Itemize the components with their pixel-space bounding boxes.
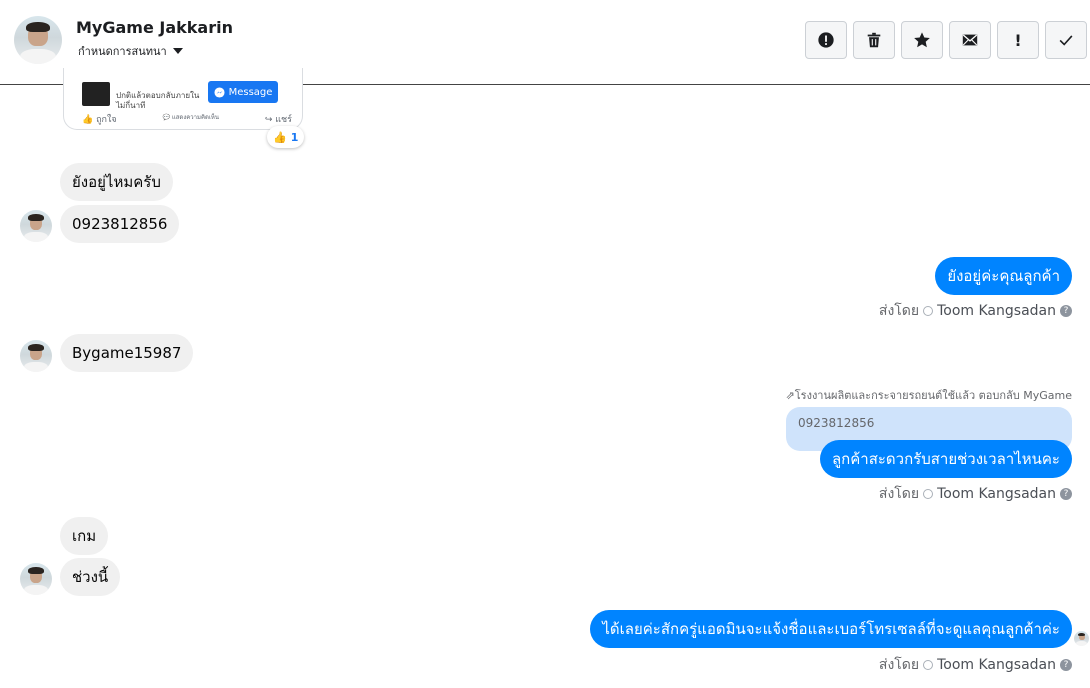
reaction-count: 1 [290, 130, 299, 144]
outgoing-message[interactable]: ได้เลยค่ะสักครู่แอดมินจะแจ้งชื่อและเบอร์… [590, 610, 1072, 648]
thumbs-up-icon: 👍 [273, 130, 287, 144]
sent-by-label: ส่งโดย [878, 303, 920, 319]
help-icon[interactable]: ? [1060, 305, 1072, 317]
reply-label-text: โรงงานผลิตและกระจายรถยนต์ใช้แล้ว ตอบกลับ… [794, 389, 1072, 402]
star-button[interactable] [901, 21, 943, 59]
sent-by-info: ส่งโดย Toom Kangsadan ? [879, 654, 1072, 676]
outgoing-message[interactable]: ลูกค้าสะดวกรับสายช่วงเวลาไหนคะ [819, 440, 1072, 478]
outgoing-message[interactable]: ยังอยู่ค่ะคุณลูกค้า [935, 257, 1072, 295]
sent-by-label: ส่งโดย [878, 657, 920, 673]
incoming-message[interactable]: ช่วงนี้ [60, 558, 121, 596]
post-actions: 👍 ถูกใจ 💬 แสดงความคิดเห็น ↪ แชร์ [82, 112, 292, 126]
sender-avatar[interactable] [20, 210, 52, 242]
help-icon[interactable]: ? [1060, 659, 1072, 671]
sender-avatar[interactable] [20, 563, 52, 595]
read-receipt-avatar [1074, 631, 1089, 646]
agent-name[interactable]: Toom Kangsadan [937, 657, 1056, 673]
verified-icon [923, 306, 934, 316]
contact-avatar[interactable] [14, 16, 62, 64]
sent-by-info: ส่งโดย Toom Kangsadan ? [879, 483, 1072, 505]
alert-circle-icon [818, 32, 834, 48]
follow-up-button[interactable]: ! [997, 21, 1039, 59]
mark-unread-button[interactable] [949, 21, 991, 59]
exclamation-icon: ! [1014, 30, 1022, 50]
post-text-line-2: ไม่กี่นาที [116, 101, 146, 110]
post-message-button[interactable]: Message [208, 81, 278, 103]
check-icon [1059, 35, 1073, 46]
conversation-settings-dropdown[interactable]: กำหนดการสนทนา [78, 42, 183, 60]
verified-icon [923, 660, 934, 670]
caret-down-icon [172, 48, 183, 54]
trash-icon [867, 32, 881, 48]
sender-avatar[interactable] [20, 340, 52, 372]
delete-button[interactable] [853, 21, 895, 59]
verified-icon [923, 489, 934, 499]
mark-spam-button[interactable] [805, 21, 847, 59]
post-thumbnail [82, 82, 110, 106]
sent-by-info: ส่งโดย Toom Kangsadan ? [879, 300, 1072, 322]
reply-icon: ⇗ [785, 389, 795, 402]
post-like-action[interactable]: 👍 ถูกใจ [82, 112, 117, 126]
incoming-message[interactable]: ยังอยู่ไหมครับ [60, 163, 173, 201]
envelope-icon [962, 34, 978, 46]
conversation-settings-label: กำหนดการสนทนา [78, 45, 167, 58]
shared-post-card[interactable]: ปกติแล้วตอบกลับภายใน ไม่กี่นาที Message … [63, 68, 303, 130]
post-comment-label: แสดงความคิดเห็น [171, 114, 219, 121]
post-message-label: Message [228, 86, 273, 98]
post-share-label: แชร์ [275, 115, 292, 125]
post-comment-action[interactable]: 💬 แสดงความคิดเห็น [163, 112, 219, 126]
post-like-label: ถูกใจ [96, 115, 117, 125]
help-icon[interactable]: ? [1060, 488, 1072, 500]
agent-name[interactable]: Toom Kangsadan [937, 303, 1056, 319]
agent-name[interactable]: Toom Kangsadan [937, 486, 1056, 502]
post-share-action[interactable]: ↪ แชร์ [265, 112, 292, 126]
incoming-message[interactable]: Bygame15987 [60, 334, 194, 372]
contact-name[interactable]: MyGame Jakkarin [76, 18, 233, 37]
message-reaction[interactable]: 👍 1 [267, 126, 305, 148]
reply-label: ⇗โรงงานผลิตและกระจายรถยนต์ใช้แล้ว ตอบกลั… [786, 386, 1072, 404]
conversation-toolbar: ! [805, 21, 1087, 59]
incoming-message[interactable]: เกม [60, 517, 109, 555]
incoming-message[interactable]: 0923812856 [60, 205, 180, 243]
sent-by-label: ส่งโดย [878, 486, 920, 502]
star-icon [914, 32, 930, 48]
mark-done-button[interactable] [1045, 21, 1087, 59]
messenger-icon [214, 86, 225, 98]
